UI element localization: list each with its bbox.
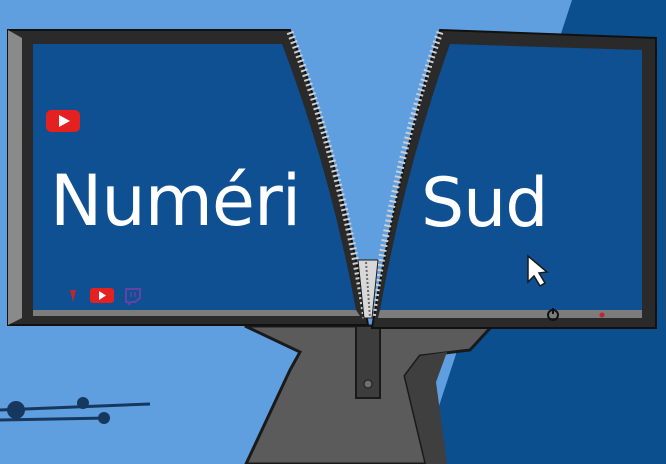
youtube-icon <box>46 110 80 132</box>
power-led-icon <box>599 312 605 318</box>
youtube-icon-small <box>90 288 114 303</box>
title-left-word: Numéri <box>50 160 301 242</box>
numeri-sud-illustration: Numéri Sud <box>0 0 666 464</box>
title-right-word: Sud <box>421 164 548 243</box>
